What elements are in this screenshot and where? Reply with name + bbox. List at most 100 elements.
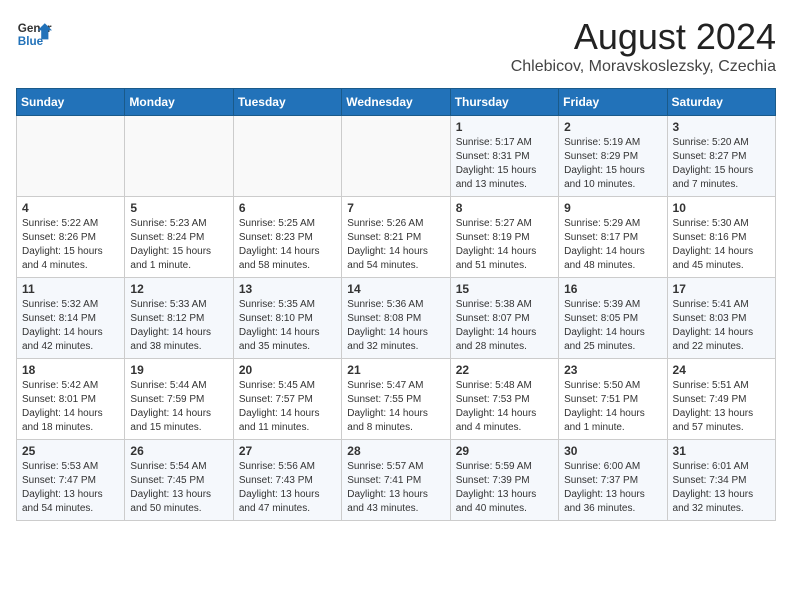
day-number: 7 xyxy=(347,201,444,215)
title-block: August 2024 Chlebicov, Moravskoslezsky, … xyxy=(511,16,776,76)
weekday-header: Saturday xyxy=(667,89,775,116)
calendar-week-row: 18 Sunrise: 5:42 AM Sunset: 8:01 PM Dayli… xyxy=(17,359,776,440)
logo-icon: General Blue xyxy=(16,16,52,52)
day-number: 17 xyxy=(673,282,770,296)
day-number: 28 xyxy=(347,444,444,458)
calendar-cell: 22Sunrise: 5:48 AM Sunset: 7:53 PM Dayli… xyxy=(450,359,558,440)
day-number: 12 xyxy=(130,282,227,296)
day-info: Sunrise: 5:48 AM Sunset: 7:53 PM Dayligh… xyxy=(456,379,553,435)
weekday-header: Thursday xyxy=(450,89,558,116)
day-number: 30 xyxy=(564,444,661,458)
day-number: 4 xyxy=(22,201,119,215)
calendar-cell: 19 Sunrise: 5:44 AM Sunset: 7:59 PM Dayli… xyxy=(125,359,233,440)
day-info: Sunrise: 5:25 AM Sunset: 8:23 PM Dayligh… xyxy=(239,217,336,273)
day-info: Sunrise: 5:41 AM Sunset: 8:03 PM Dayligh… xyxy=(673,298,770,354)
day-number: 8 xyxy=(456,201,553,215)
day-number: 29 xyxy=(456,444,553,458)
calendar-cell: 15 Sunrise: 5:38 AM Sunset: 8:07 PM Dayli… xyxy=(450,278,558,359)
day-number: 16 xyxy=(564,282,661,296)
calendar-cell: 5Sunrise: 5:23 AM Sunset: 8:24 PM Daylig… xyxy=(125,197,233,278)
calendar-cell: 7 Sunrise: 5:26 AM Sunset: 8:21 PM Daylig… xyxy=(342,197,450,278)
day-info: Sunrise: 5:38 AM Sunset: 8:07 PM Dayligh… xyxy=(456,298,553,354)
calendar-week-row: 4 Sunrise: 5:22 AM Sunset: 8:26 PM Daylig… xyxy=(17,197,776,278)
day-info: Sunrise: 5:57 AM Sunset: 7:41 PM Dayligh… xyxy=(347,460,444,516)
calendar-cell xyxy=(342,116,450,197)
day-info: Sunrise: 5:50 AM Sunset: 7:51 PM Dayligh… xyxy=(564,379,661,435)
day-number: 9 xyxy=(564,201,661,215)
svg-text:Blue: Blue xyxy=(18,35,44,48)
day-info: Sunrise: 5:54 AM Sunset: 7:45 PM Dayligh… xyxy=(130,460,227,516)
day-number: 31 xyxy=(673,444,770,458)
day-number: 27 xyxy=(239,444,336,458)
day-info: Sunrise: 5:56 AM Sunset: 7:43 PM Dayligh… xyxy=(239,460,336,516)
calendar-week-row: 11 Sunrise: 5:32 AM Sunset: 8:14 PM Dayli… xyxy=(17,278,776,359)
day-number: 25 xyxy=(22,444,119,458)
day-info: Sunrise: 5:27 AM Sunset: 8:19 PM Dayligh… xyxy=(456,217,553,273)
day-info: Sunrise: 5:39 AM Sunset: 8:05 PM Dayligh… xyxy=(564,298,661,354)
day-number: 23 xyxy=(564,363,661,377)
day-number: 19 xyxy=(130,363,227,377)
location-title: Chlebicov, Moravskoslezsky, Czechia xyxy=(511,58,776,76)
month-title: August 2024 xyxy=(511,16,776,58)
day-info: Sunrise: 5:26 AM Sunset: 8:21 PM Dayligh… xyxy=(347,217,444,273)
calendar-cell: 28 Sunrise: 5:57 AM Sunset: 7:41 PM Dayli… xyxy=(342,440,450,521)
day-info: Sunrise: 5:32 AM Sunset: 8:14 PM Dayligh… xyxy=(22,298,119,354)
calendar-cell: 30 Sunrise: 6:00 AM Sunset: 7:37 PM Dayli… xyxy=(559,440,667,521)
weekday-header: Monday xyxy=(125,89,233,116)
day-info: Sunrise: 5:47 AM Sunset: 7:55 PM Dayligh… xyxy=(347,379,444,435)
calendar-cell: 1 Sunrise: 5:17 AM Sunset: 8:31 PM Daylig… xyxy=(450,116,558,197)
calendar-cell: 17 Sunrise: 5:41 AM Sunset: 8:03 PM Dayli… xyxy=(667,278,775,359)
day-number: 24 xyxy=(673,363,770,377)
day-number: 20 xyxy=(239,363,336,377)
day-number: 10 xyxy=(673,201,770,215)
day-number: 11 xyxy=(22,282,119,296)
calendar-week-row: 25 Sunrise: 5:53 AM Sunset: 7:47 PM Dayli… xyxy=(17,440,776,521)
calendar-cell: 14Sunrise: 5:36 AM Sunset: 8:08 PM Dayli… xyxy=(342,278,450,359)
day-number: 6 xyxy=(239,201,336,215)
day-info: Sunrise: 5:19 AM Sunset: 8:29 PM Dayligh… xyxy=(564,136,661,192)
day-info: Sunrise: 5:44 AM Sunset: 7:59 PM Dayligh… xyxy=(130,379,227,435)
weekday-header-row: SundayMondayTuesdayWednesdayThursdayFrid… xyxy=(17,89,776,116)
day-info: Sunrise: 5:53 AM Sunset: 7:47 PM Dayligh… xyxy=(22,460,119,516)
day-number: 2 xyxy=(564,120,661,134)
calendar-cell xyxy=(233,116,341,197)
day-number: 13 xyxy=(239,282,336,296)
day-info: Sunrise: 5:30 AM Sunset: 8:16 PM Dayligh… xyxy=(673,217,770,273)
weekday-header: Wednesday xyxy=(342,89,450,116)
calendar-cell: 18 Sunrise: 5:42 AM Sunset: 8:01 PM Dayli… xyxy=(17,359,125,440)
calendar-cell: 2 Sunrise: 5:19 AM Sunset: 8:29 PM Daylig… xyxy=(559,116,667,197)
day-info: Sunrise: 5:35 AM Sunset: 8:10 PM Dayligh… xyxy=(239,298,336,354)
calendar-cell: 6 Sunrise: 5:25 AM Sunset: 8:23 PM Daylig… xyxy=(233,197,341,278)
calendar-cell: 9Sunrise: 5:29 AM Sunset: 8:17 PM Daylig… xyxy=(559,197,667,278)
calendar-cell: 29Sunrise: 5:59 AM Sunset: 7:39 PM Dayli… xyxy=(450,440,558,521)
calendar-cell: 13 Sunrise: 5:35 AM Sunset: 8:10 PM Dayli… xyxy=(233,278,341,359)
day-number: 1 xyxy=(456,120,553,134)
day-number: 15 xyxy=(456,282,553,296)
day-info: Sunrise: 5:51 AM Sunset: 7:49 PM Dayligh… xyxy=(673,379,770,435)
logo: General Blue xyxy=(16,16,52,52)
day-info: Sunrise: 6:00 AM Sunset: 7:37 PM Dayligh… xyxy=(564,460,661,516)
day-info: Sunrise: 5:17 AM Sunset: 8:31 PM Dayligh… xyxy=(456,136,553,192)
calendar-cell xyxy=(125,116,233,197)
day-info: Sunrise: 5:33 AM Sunset: 8:12 PM Dayligh… xyxy=(130,298,227,354)
weekday-header: Sunday xyxy=(17,89,125,116)
calendar-week-row: 1 Sunrise: 5:17 AM Sunset: 8:31 PM Daylig… xyxy=(17,116,776,197)
day-info: Sunrise: 5:23 AM Sunset: 8:24 PM Dayligh… xyxy=(130,217,227,273)
day-number: 18 xyxy=(22,363,119,377)
calendar-cell: 12 Sunrise: 5:33 AM Sunset: 8:12 PM Dayli… xyxy=(125,278,233,359)
day-info: Sunrise: 5:22 AM Sunset: 8:26 PM Dayligh… xyxy=(22,217,119,273)
day-info: Sunrise: 5:36 AM Sunset: 8:08 PM Dayligh… xyxy=(347,298,444,354)
calendar-cell: 3Sunrise: 5:20 AM Sunset: 8:27 PM Daylig… xyxy=(667,116,775,197)
calendar-cell: 26Sunrise: 5:54 AM Sunset: 7:45 PM Dayli… xyxy=(125,440,233,521)
page-header: General Blue August 2024 Chlebicov, Mora… xyxy=(16,16,776,76)
day-number: 21 xyxy=(347,363,444,377)
calendar-cell: 25 Sunrise: 5:53 AM Sunset: 7:47 PM Dayli… xyxy=(17,440,125,521)
calendar-cell: 27 Sunrise: 5:56 AM Sunset: 7:43 PM Dayli… xyxy=(233,440,341,521)
calendar-cell: 31Sunrise: 6:01 AM Sunset: 7:34 PM Dayli… xyxy=(667,440,775,521)
calendar-cell: 20Sunrise: 5:45 AM Sunset: 7:57 PM Dayli… xyxy=(233,359,341,440)
day-number: 3 xyxy=(673,120,770,134)
calendar-cell: 23 Sunrise: 5:50 AM Sunset: 7:51 PM Dayli… xyxy=(559,359,667,440)
calendar-table: SundayMondayTuesdayWednesdayThursdayFrid… xyxy=(16,88,776,521)
day-info: Sunrise: 5:42 AM Sunset: 8:01 PM Dayligh… xyxy=(22,379,119,435)
weekday-header: Tuesday xyxy=(233,89,341,116)
